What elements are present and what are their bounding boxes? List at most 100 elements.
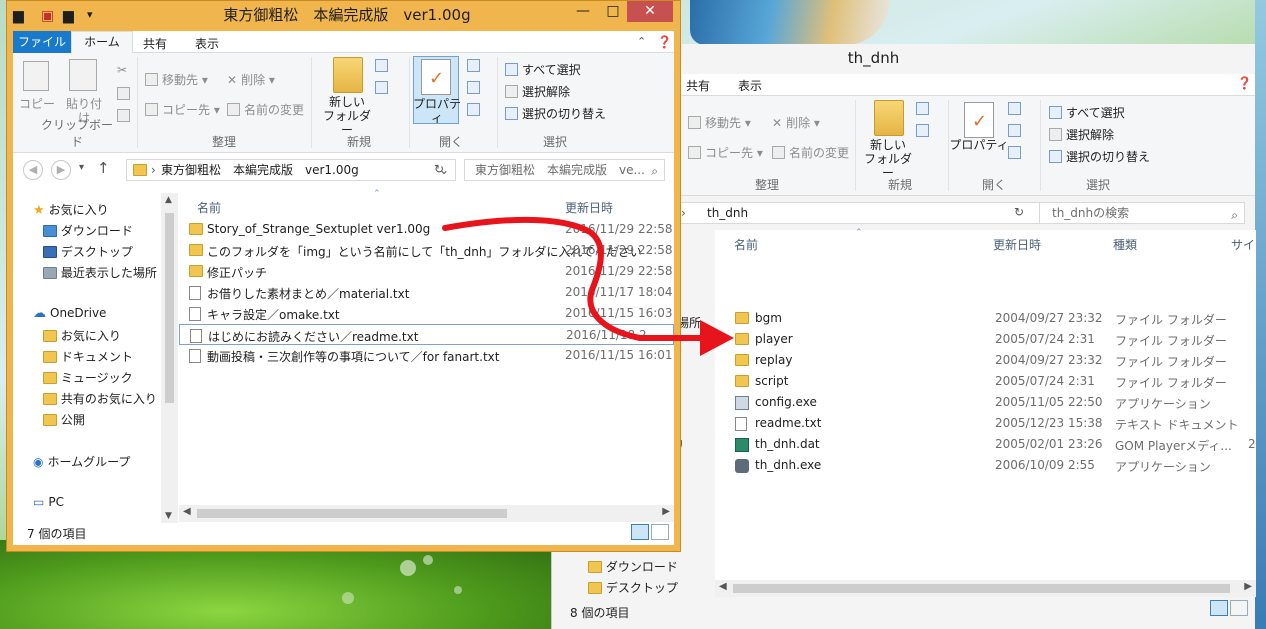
open-icon[interactable] [1008, 102, 1021, 115]
open-icon[interactable] [467, 59, 480, 72]
tab-home[interactable]: ホーム [71, 31, 133, 54]
scrollbar-thumb[interactable] [733, 584, 1230, 593]
recent-locations-icon[interactable]: ▾ [79, 162, 84, 173]
help-icon[interactable]: ❓ [1237, 76, 1252, 90]
select-none-button[interactable]: 選択解除 [1049, 126, 1114, 143]
new-folder-quick-icon[interactable]: ▆ [63, 8, 74, 24]
new-item-icon[interactable] [916, 102, 929, 115]
file-row[interactable]: 動画投稿・三次創作等の事項について／for fanart.txt 2016/11/… [179, 345, 674, 366]
column-name[interactable]: 名前 [197, 199, 221, 216]
properties-button[interactable]: プロパティ [409, 97, 465, 125]
horizontal-scrollbar[interactable]: ◀ ▶ [715, 580, 1256, 597]
edit-icon[interactable] [467, 81, 480, 94]
folder-icon[interactable]: ▆ [13, 8, 24, 24]
scroll-right-icon[interactable]: ▶ [1244, 581, 1252, 592]
column-type[interactable]: 種類 [1113, 236, 1137, 253]
search-input[interactable]: th_dnhの検索 ⌕ [1039, 202, 1245, 224]
edit-icon[interactable] [1008, 124, 1021, 137]
file-row[interactable]: はじめにお読みください／readme.txt 2016/11/18 2 [179, 324, 674, 345]
scrollbar-thumb[interactable] [197, 509, 507, 518]
file-row[interactable]: replay 2004/09/27 23:32 ファイル フォルダー [715, 350, 1256, 371]
select-all-button[interactable]: すべて選択 [1049, 104, 1125, 121]
nav-recent[interactable]: 最近表示した場所 [43, 264, 157, 281]
tab-view[interactable]: 表示 [195, 35, 219, 52]
properties-quick-icon[interactable]: ▣ [41, 8, 54, 24]
select-all-button[interactable]: すべて選択 [505, 61, 581, 78]
column-date[interactable]: 更新日時 [993, 236, 1041, 253]
paste-shortcut-icon[interactable] [117, 109, 130, 122]
properties-icon[interactable] [421, 59, 451, 95]
file-row[interactable]: readme.txt 2005/12/23 15:38 テキスト ドキュメント [715, 413, 1256, 434]
move-to-button[interactable]: 移動先 ▾ [145, 71, 208, 88]
select-none-button[interactable]: 選択解除 [505, 83, 570, 100]
file-row[interactable]: このフォルダを「img」という名前にして「th_dnh」フォルダに入れてください… [179, 240, 674, 261]
scroll-left-icon[interactable]: ◀ [183, 506, 191, 517]
file-row[interactable]: th_dnh.exe 2006/10/09 2:55 アプリケーション [715, 455, 1256, 476]
file-row[interactable]: th_dnh.dat 2005/02/01 23:26 GOM Playerメディ.… [715, 434, 1256, 455]
details-view-icon[interactable] [1210, 600, 1228, 616]
file-row[interactable]: player 2005/07/24 2:31 ファイル フォルダー [715, 329, 1256, 350]
horizontal-scrollbar[interactable]: ◀ ▶ [179, 505, 674, 522]
nav-downloads[interactable]: ダウンロード [588, 558, 678, 575]
collapse-ribbon-icon[interactable]: ⌃ [637, 35, 646, 48]
new-item-icon[interactable] [375, 59, 388, 72]
file-row[interactable]: config.exe 2005/11/05 22:50 アプリケーション [715, 392, 1256, 413]
nav-homegroup[interactable]: ◉ ホームグループ [33, 453, 130, 470]
easy-access-icon[interactable] [375, 81, 388, 94]
large-icons-view-icon[interactable] [651, 524, 669, 540]
file-list[interactable]: ⌃ 名前 更新日時 Story_of_Strange_Sextuplet ver… [179, 189, 674, 511]
refresh-icon[interactable]: ↻ [1008, 202, 1030, 224]
nav-documents[interactable]: ドキュメント [43, 348, 133, 365]
explorer-window-main[interactable]: ▆ ▣ ▆ ▾ 東方御粗松 本編完成版 ver1.00g — □ ✕ ファイル … [6, 0, 681, 552]
address-bar[interactable]: › 東方御粗松 本編完成版 ver1.00g ⌄ [126, 159, 456, 181]
search-input[interactable]: 東方御粗松 本編完成版 ve... ⌕ [464, 159, 665, 181]
nav-od-favorites[interactable]: お気に入り [43, 327, 121, 344]
scroll-up-icon[interactable]: ▲ [165, 195, 172, 205]
file-row[interactable]: キャラ設定／omake.txt 2016/11/15 16:03 [179, 303, 674, 324]
copy-to-button[interactable]: コピー先 ▾ [688, 144, 763, 161]
rename-button[interactable]: 名前の変更 [772, 144, 849, 161]
easy-access-icon[interactable] [916, 124, 929, 137]
refresh-icon[interactable]: ↻ [429, 159, 449, 181]
file-row[interactable]: お借りした素材まとめ／material.txt 2016/11/17 18:04 [179, 282, 674, 303]
nav-desktop[interactable]: デスクトップ [588, 579, 678, 596]
nav-public[interactable]: 公開 [43, 411, 85, 428]
paste-icon[interactable] [69, 59, 97, 91]
delete-button[interactable]: ✕ 削除 ▾ [227, 71, 275, 88]
delete-button[interactable]: ✕ 削除 ▾ [772, 114, 820, 131]
new-folder-button[interactable]: 新しい フォルダー [860, 138, 916, 180]
column-name[interactable]: 名前 [734, 236, 758, 253]
nav-downloads[interactable]: ダウンロード [43, 222, 133, 239]
forward-button[interactable]: ▶ [51, 160, 71, 180]
copy-to-button[interactable]: コピー先 ▾ [145, 101, 220, 118]
back-button[interactable]: ◀ [23, 160, 43, 180]
scrollbar-thumb[interactable] [165, 213, 174, 403]
column-date[interactable]: 更新日時 [565, 199, 613, 216]
column-size[interactable]: サイ [1231, 236, 1255, 253]
properties-button[interactable]: プロパティ [948, 138, 1010, 152]
minimize-button[interactable]: — [567, 1, 599, 22]
copy-button[interactable]: コピー [17, 97, 57, 111]
tab-file[interactable]: ファイル [13, 31, 71, 53]
file-row[interactable]: script 2005/07/24 2:31 ファイル フォルダー [715, 371, 1256, 392]
file-list[interactable]: ⌃ 名前 更新日時 種類 サイ bgm 2004/09/27 23:32 ファイル … [715, 228, 1256, 588]
nav-music[interactable]: ミュージック [43, 369, 133, 386]
copy-icon[interactable] [23, 61, 49, 91]
customize-quick-access-icon[interactable]: ▾ [87, 8, 93, 21]
details-view-icon[interactable] [631, 524, 649, 540]
tab-share[interactable]: 共有 [143, 35, 167, 52]
rename-button[interactable]: 名前の変更 [227, 101, 304, 118]
help-icon[interactable]: ❓ [657, 35, 672, 49]
new-folder-icon[interactable] [874, 100, 904, 136]
history-icon[interactable] [467, 103, 480, 116]
new-folder-icon[interactable] [333, 57, 363, 93]
nav-favorites[interactable]: ★ お気に入り [33, 201, 109, 218]
properties-icon[interactable] [964, 102, 994, 138]
scroll-down-icon[interactable]: ▼ [165, 511, 172, 521]
vertical-scrollbar[interactable]: ▲ ▼ [161, 193, 178, 523]
file-row[interactable]: 修正パッチ 2016/11/29 22:58 [179, 261, 674, 282]
up-arrow-icon[interactable]: ↑ [97, 159, 110, 177]
large-icons-view-icon[interactable] [1230, 600, 1248, 616]
invert-selection-button[interactable]: 選択の切り替え [505, 105, 606, 122]
nav-onedrive[interactable]: ☁ OneDrive [33, 306, 106, 321]
